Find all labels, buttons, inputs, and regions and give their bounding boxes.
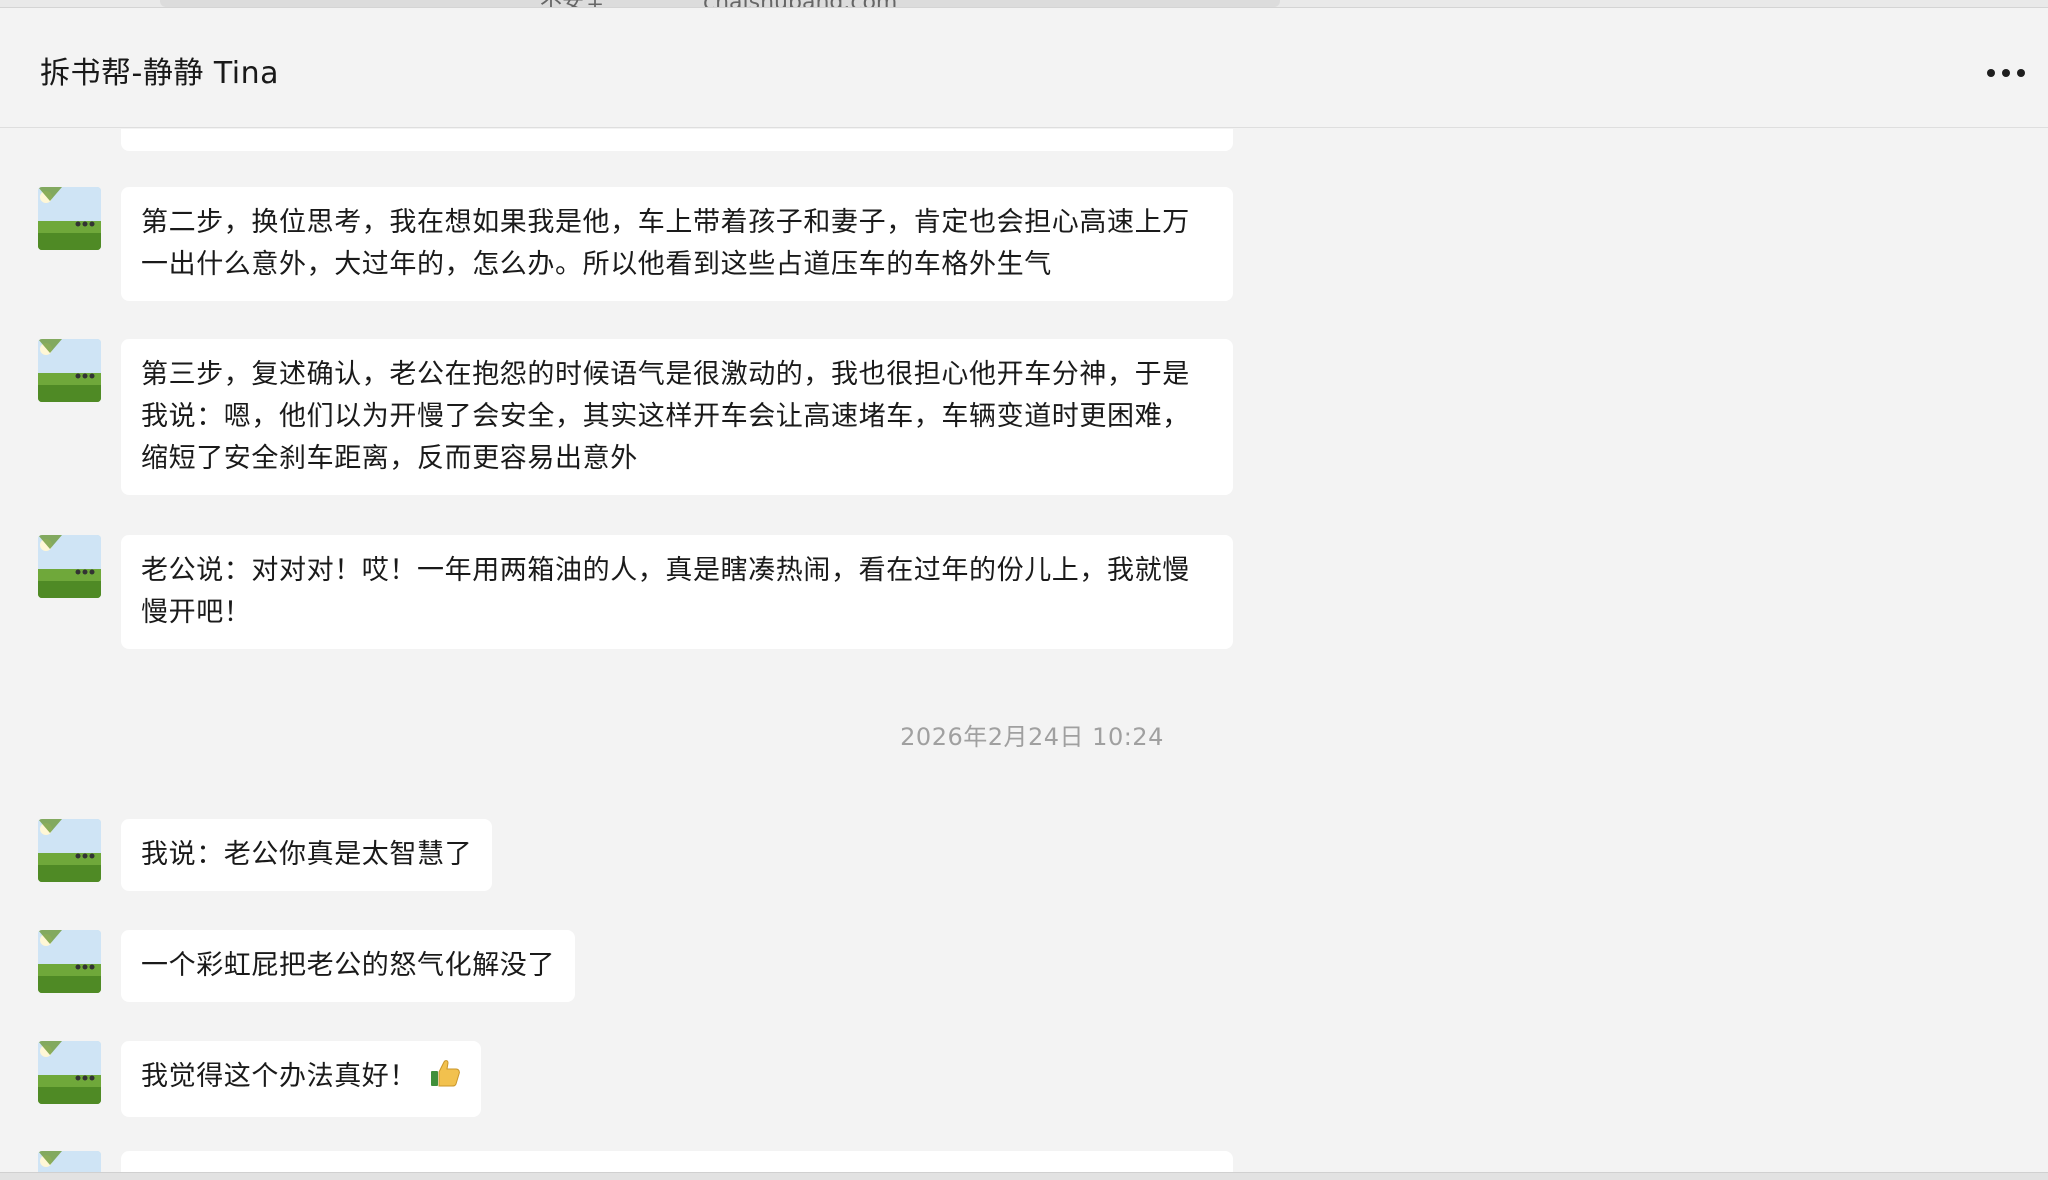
more-dots-icon <box>2017 69 2025 77</box>
timestamp-divider: 2026年2月24日 10:24 <box>900 723 1164 751</box>
chat-title: 拆书帮-静静 Tina <box>40 56 279 91</box>
message-bubble-partial[interactable] <box>121 129 1233 151</box>
message-bubble[interactable]: 我说：老公你真是太智慧了 <box>121 819 493 891</box>
avatar-landscape-icon <box>38 1041 101 1104</box>
window-bottom-edge <box>0 1172 2048 1180</box>
chat-header: 拆书帮-静静 Tina <box>0 8 2048 128</box>
more-dots-icon <box>1987 69 1995 77</box>
avatar-landscape-icon <box>38 187 101 250</box>
avatar-landscape-icon <box>38 1151 101 1172</box>
message-bubble[interactable]: 第三步，复述确认，老公在抱怨的时候语气是很激动的，我也很担心他开车分神，于是我说… <box>121 339 1233 495</box>
message-bubble[interactable]: 一个彩虹屁把老公的怒气化解没了 <box>121 930 575 1002</box>
avatar[interactable] <box>38 1041 101 1104</box>
message-list[interactable]: 第二步，换位思考，我在想如果我是他，车上带着孩子和妻子，肯定也会担心高速上万一出… <box>0 129 2048 1172</box>
avatar[interactable] <box>38 1151 101 1172</box>
thumbs-up-icon <box>429 1057 461 1102</box>
avatar-landscape-icon <box>38 819 101 882</box>
chat-window: 不安全 chaishubang.com 拆书帮-静静 Tina <box>0 0 2048 1180</box>
message-bubble[interactable]: 我觉得这个办法真好！ <box>121 1041 481 1117</box>
avatar[interactable] <box>38 187 101 250</box>
message-bubble[interactable]: 第二步，换位思考，我在想如果我是他，车上带着孩子和妻子，肯定也会担心高速上万一出… <box>121 187 1233 301</box>
url-text: chaishubang.com <box>703 0 897 7</box>
avatar[interactable] <box>38 535 101 598</box>
avatar-landscape-icon <box>38 339 101 402</box>
avatar-landscape-icon <box>38 930 101 993</box>
browser-toolbar: 不安全 chaishubang.com <box>0 0 2048 8</box>
avatar[interactable] <box>38 930 101 993</box>
more-dots-icon <box>2002 69 2010 77</box>
more-button[interactable] <box>1976 48 2036 98</box>
avatar-landscape-icon <box>38 535 101 598</box>
security-label: 不安全 <box>540 0 606 7</box>
message-bubble[interactable]: 老公说：对对对！哎！一年用两箱油的人，真是瞎凑热闹，看在过年的份儿上，我就慢慢开… <box>121 535 1233 649</box>
message-bubble-partial[interactable] <box>121 1151 1233 1172</box>
avatar[interactable] <box>38 819 101 882</box>
avatar[interactable] <box>38 339 101 402</box>
message-text: 我觉得这个办法真好！ <box>141 1061 417 1092</box>
